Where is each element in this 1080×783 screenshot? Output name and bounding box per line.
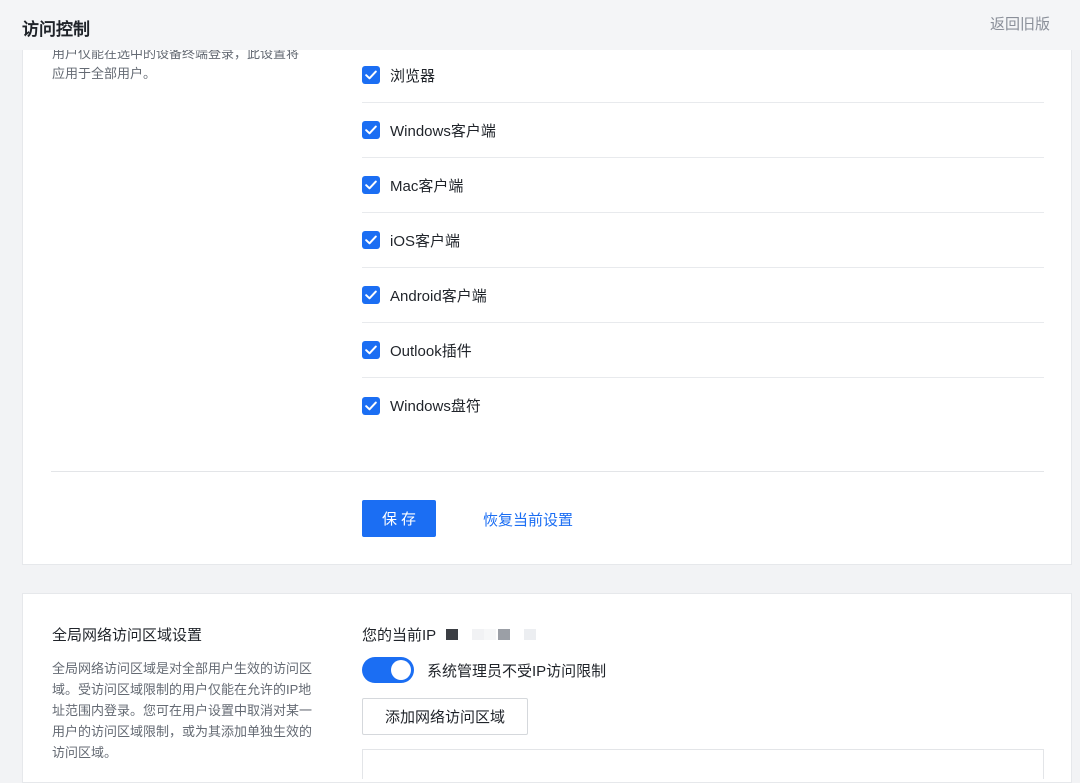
- save-button[interactable]: 保存: [362, 500, 436, 537]
- checkbox-label: Windows盘符: [390, 398, 481, 415]
- top-bar: 访问控制 返回旧版: [0, 0, 1080, 50]
- checkbox-checked-icon[interactable]: [362, 121, 380, 139]
- checkbox-checked-icon[interactable]: [362, 176, 380, 194]
- toggle-knob: [391, 660, 411, 680]
- checkbox-checked-icon[interactable]: [362, 341, 380, 359]
- checkbox-checked-icon[interactable]: [362, 286, 380, 304]
- checkbox-checked-icon[interactable]: [362, 396, 380, 415]
- checkbox-item-windows-client[interactable]: Windows客户端: [362, 103, 1044, 158]
- checkbox-item-android-client[interactable]: Android客户端: [362, 268, 1044, 323]
- masked-ip-value: [446, 629, 537, 640]
- checkbox-checked-icon[interactable]: [362, 66, 380, 84]
- divider: [51, 471, 1044, 472]
- checkbox-label: Android客户端: [390, 287, 487, 305]
- restore-settings-link[interactable]: 恢复当前设置: [483, 509, 573, 530]
- section-title: 全局网络访问区域设置: [52, 627, 203, 644]
- page-title: 访问控制: [22, 20, 90, 39]
- checkbox-checked-icon[interactable]: [362, 231, 380, 249]
- admin-exempt-toggle[interactable]: [362, 657, 414, 683]
- checkbox-label: iOS客户端: [390, 232, 461, 250]
- checkbox-item-browser[interactable]: 浏览器: [362, 48, 1044, 103]
- checkbox-label: 浏览器: [390, 67, 436, 85]
- admin-exempt-label: 系统管理员不受IP访问限制: [427, 662, 607, 680]
- admin-exempt-row: 系统管理员不受IP访问限制: [362, 657, 606, 683]
- description-line: 应用于全部用户。: [52, 66, 157, 81]
- checkbox-item-outlook-plugin[interactable]: Outlook插件: [362, 323, 1044, 378]
- checkbox-label: Mac客户端: [390, 177, 464, 195]
- checkbox-item-ios-client[interactable]: iOS客户端: [362, 213, 1044, 268]
- checkbox-item-windows-drive[interactable]: Windows盘符: [362, 378, 1044, 433]
- zone-table: [362, 749, 1044, 779]
- network-zone-card: 全局网络访问区域设置 全局网络访问区域是对全部用户生效的访问区域。受访问区域限制…: [22, 593, 1072, 783]
- checkbox-item-mac-client[interactable]: Mac客户端: [362, 158, 1044, 213]
- section-description: 全局网络访问区域是对全部用户生效的访问区域。受访问区域限制的用户仅能在允许的IP…: [52, 661, 313, 760]
- current-ip-label: 您的当前IP: [362, 627, 437, 644]
- device-checkbox-list: 浏览器 Windows客户端 Mac客户端 iOS客户端 Android客户端: [362, 48, 1044, 433]
- checkbox-label: Windows客户端: [390, 122, 496, 140]
- back-to-old-version-link[interactable]: 返回旧版: [990, 13, 1050, 34]
- add-network-zone-button[interactable]: 添加网络访问区域: [362, 698, 528, 735]
- checkbox-label: Outlook插件: [390, 342, 472, 360]
- current-ip-row: 您的当前IP: [362, 624, 537, 645]
- device-access-card: 用户仅能在选中的设备终端登录，此设置将 应用于全部用户。 浏览器 Windows…: [22, 40, 1072, 565]
